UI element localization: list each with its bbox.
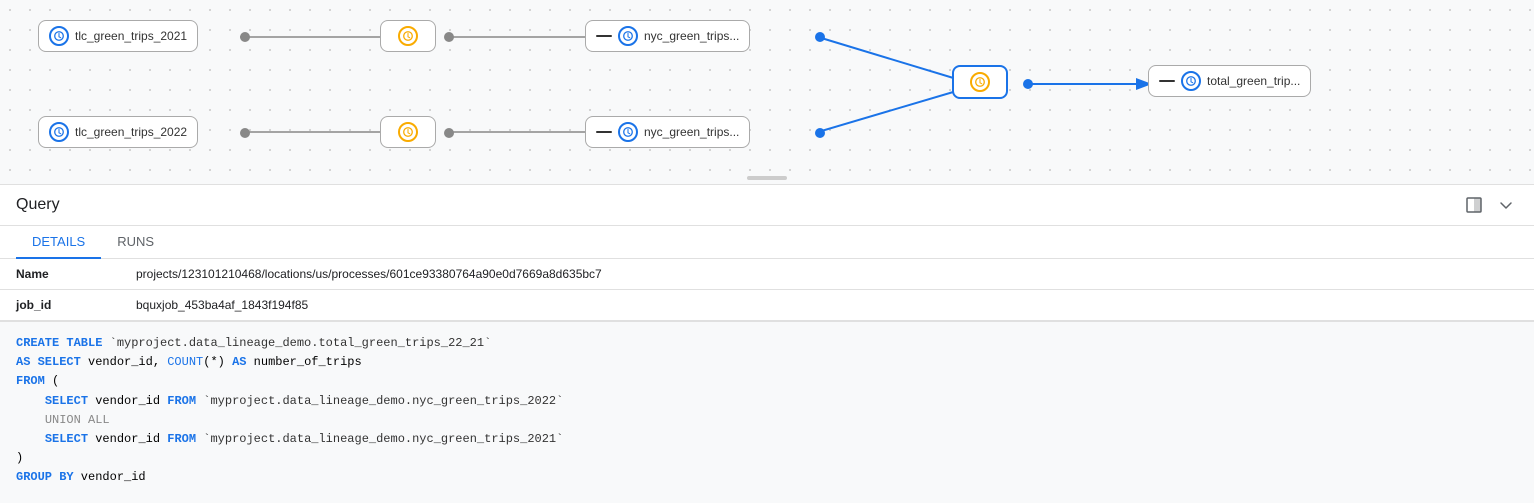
node-tlc-2022[interactable]: tlc_green_trips_2022 <box>38 116 198 148</box>
node-label-tlc-2021: tlc_green_trips_2021 <box>75 29 187 43</box>
divider-2021 <box>596 35 612 37</box>
node-label-tlc-2022: tlc_green_trips_2022 <box>75 125 187 139</box>
dot-tlc2021-out <box>240 32 250 42</box>
node-nyc-2022[interactable]: nyc_green_trips... <box>585 116 750 148</box>
tabs-bar: DETAILS RUNS <box>0 226 1534 259</box>
query-icon-nyc2022 <box>618 122 638 142</box>
expand-button[interactable] <box>1462 193 1486 217</box>
query-icon-2021 <box>49 26 69 46</box>
dot-nyc2021-out <box>815 32 825 42</box>
job-id-label: job_id <box>0 290 120 321</box>
dot-filter2021-out <box>444 32 454 42</box>
pipeline-canvas: tlc_green_trips_2021 nyc_green_trips... … <box>0 0 1534 185</box>
code-line-4: SELECT vendor_id FROM `myproject.data_li… <box>16 392 1518 411</box>
dot-nyc2022-out <box>815 128 825 138</box>
node-total[interactable]: total_green_trip... <box>1148 65 1311 97</box>
name-label: Name <box>0 259 120 290</box>
code-area: CREATE TABLE `myproject.data_lineage_dem… <box>0 322 1534 503</box>
panel-header: Query <box>0 185 1534 226</box>
node-tlc-2021[interactable]: tlc_green_trips_2021 <box>38 20 198 52</box>
union-icon <box>970 72 990 92</box>
panel-actions <box>1462 193 1518 217</box>
bottom-panel: Query DETAILS RUNS Name projects/1231012… <box>0 185 1534 503</box>
code-line-6: SELECT vendor_id FROM `myproject.data_li… <box>16 430 1518 449</box>
job-id-value: bquxjob_453ba4af_1843f194f85 <box>120 290 1534 321</box>
divider-total <box>1159 80 1175 82</box>
code-line-2: AS SELECT vendor_id, COUNT(*) AS number_… <box>16 353 1518 372</box>
node-union[interactable] <box>952 65 1008 99</box>
code-line-7: ) <box>16 449 1518 468</box>
node-nyc-2021[interactable]: nyc_green_trips... <box>585 20 750 52</box>
code-line-8: GROUP BY vendor_id <box>16 468 1518 487</box>
dot-tlc2022-out <box>240 128 250 138</box>
filter-icon-2022 <box>398 122 418 142</box>
query-icon-2022 <box>49 122 69 142</box>
query-icon-total <box>1181 71 1201 91</box>
dot-union-out <box>1023 79 1033 89</box>
node-filter-2021[interactable] <box>380 20 436 52</box>
scroll-handle[interactable] <box>747 176 787 180</box>
details-grid: Name projects/123101210468/locations/us/… <box>0 259 1534 322</box>
code-line-3: FROM ( <box>16 372 1518 391</box>
tab-runs[interactable]: RUNS <box>101 226 170 259</box>
node-label-nyc2022: nyc_green_trips... <box>644 125 739 139</box>
node-label-nyc2021: nyc_green_trips... <box>644 29 739 43</box>
panel-title: Query <box>16 196 60 214</box>
collapse-button[interactable] <box>1494 193 1518 217</box>
node-label-total: total_green_trip... <box>1207 74 1300 88</box>
code-line-1: CREATE TABLE `myproject.data_lineage_dem… <box>16 334 1518 353</box>
code-line-5: UNION ALL <box>16 411 1518 430</box>
dot-filter2022-out <box>444 128 454 138</box>
filter-icon-2021 <box>398 26 418 46</box>
divider-2022 <box>596 131 612 133</box>
node-filter-2022[interactable] <box>380 116 436 148</box>
query-icon-nyc2021 <box>618 26 638 46</box>
tab-details[interactable]: DETAILS <box>16 226 101 259</box>
name-value: projects/123101210468/locations/us/proce… <box>120 259 1534 290</box>
